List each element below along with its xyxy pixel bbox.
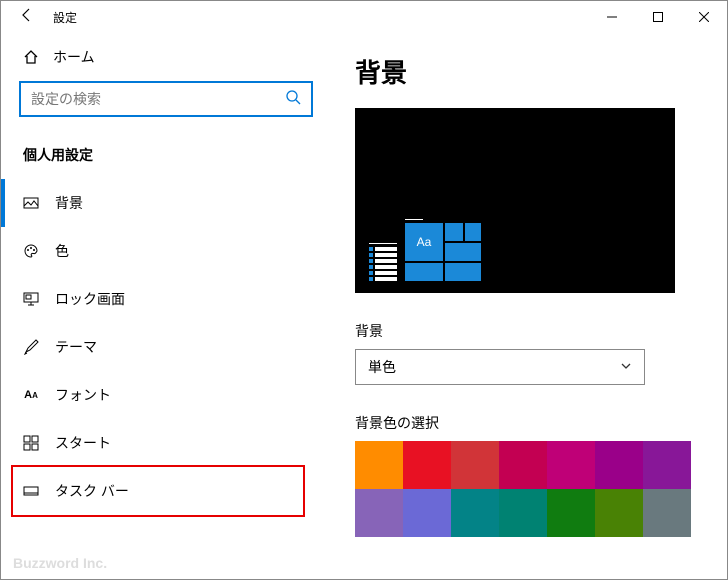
minimize-button[interactable] (589, 1, 635, 33)
background-dropdown-value: 単色 (368, 357, 396, 377)
color-grid (355, 441, 691, 537)
sidebar-item-label: テーマ (55, 337, 97, 357)
taskbar-icon (23, 483, 39, 499)
color-swatch[interactable] (403, 489, 451, 537)
color-swatch[interactable] (643, 489, 691, 537)
color-swatch[interactable] (595, 441, 643, 489)
search-icon (285, 89, 301, 110)
preview-sample-text: Aa (405, 223, 443, 261)
background-dropdown-label: 背景 (355, 321, 703, 341)
settings-window: 設定 ホーム 個人用設定 (0, 0, 728, 580)
search-input[interactable] (31, 91, 285, 107)
chevron-down-icon (620, 359, 632, 375)
home-icon (23, 49, 53, 65)
color-swatch[interactable] (643, 441, 691, 489)
titlebar: 設定 (1, 1, 727, 33)
close-button[interactable] (681, 1, 727, 33)
image-icon (23, 195, 39, 211)
sidebar-item-palette[interactable]: 色 (1, 227, 331, 275)
sidebar-item-brush[interactable]: テーマ (1, 323, 331, 371)
color-swatch[interactable] (355, 489, 403, 537)
sidebar-item-label: スタート (55, 433, 111, 453)
color-swatch[interactable] (451, 441, 499, 489)
sidebar-item-label: 色 (55, 241, 69, 261)
sidebar-item-label: ロック画面 (55, 289, 125, 309)
page-heading: 背景 (355, 53, 703, 90)
color-swatch[interactable] (499, 441, 547, 489)
sidebar: ホーム 個人用設定 背景色ロック画面テーマ AA フォントスタートタスク バー (1, 33, 331, 579)
background-dropdown[interactable]: 単色 (355, 349, 645, 385)
sidebar-item-label: フォント (55, 385, 111, 405)
color-section-label: 背景色の選択 (355, 413, 703, 433)
monitor-icon (23, 291, 39, 307)
sidebar-item-image[interactable]: 背景 (1, 179, 331, 227)
color-swatch[interactable] (547, 441, 595, 489)
color-swatch[interactable] (499, 489, 547, 537)
maximize-button[interactable] (635, 1, 681, 33)
window-title: 設定 (45, 9, 589, 26)
color-swatch[interactable] (451, 489, 499, 537)
sidebar-item-label: 背景 (55, 193, 83, 213)
palette-icon (23, 243, 39, 259)
window-controls (589, 1, 727, 33)
sidebar-item-font[interactable]: AA フォント (1, 371, 331, 419)
sidebar-section-header: 個人用設定 (1, 117, 331, 179)
brush-icon (23, 339, 39, 355)
font-icon: AA (23, 387, 39, 403)
color-swatch[interactable] (547, 489, 595, 537)
sidebar-item-label: タスク バー (55, 481, 129, 501)
sidebar-item-taskbar[interactable]: タスク バー (1, 467, 331, 515)
search-box[interactable] (19, 81, 313, 117)
color-swatch[interactable] (355, 441, 403, 489)
sidebar-item-grid[interactable]: スタート (1, 419, 331, 467)
back-button[interactable] (9, 7, 45, 28)
sidebar-home-label: ホーム (53, 47, 95, 67)
grid-icon (23, 435, 39, 451)
watermark: Buzzword Inc. (13, 555, 107, 571)
color-swatch[interactable] (595, 489, 643, 537)
content-area: 背景 Aa (331, 33, 727, 579)
sidebar-item-monitor[interactable]: ロック画面 (1, 275, 331, 323)
background-preview: Aa (355, 108, 675, 293)
color-swatch[interactable] (403, 441, 451, 489)
sidebar-home[interactable]: ホーム (1, 33, 331, 81)
